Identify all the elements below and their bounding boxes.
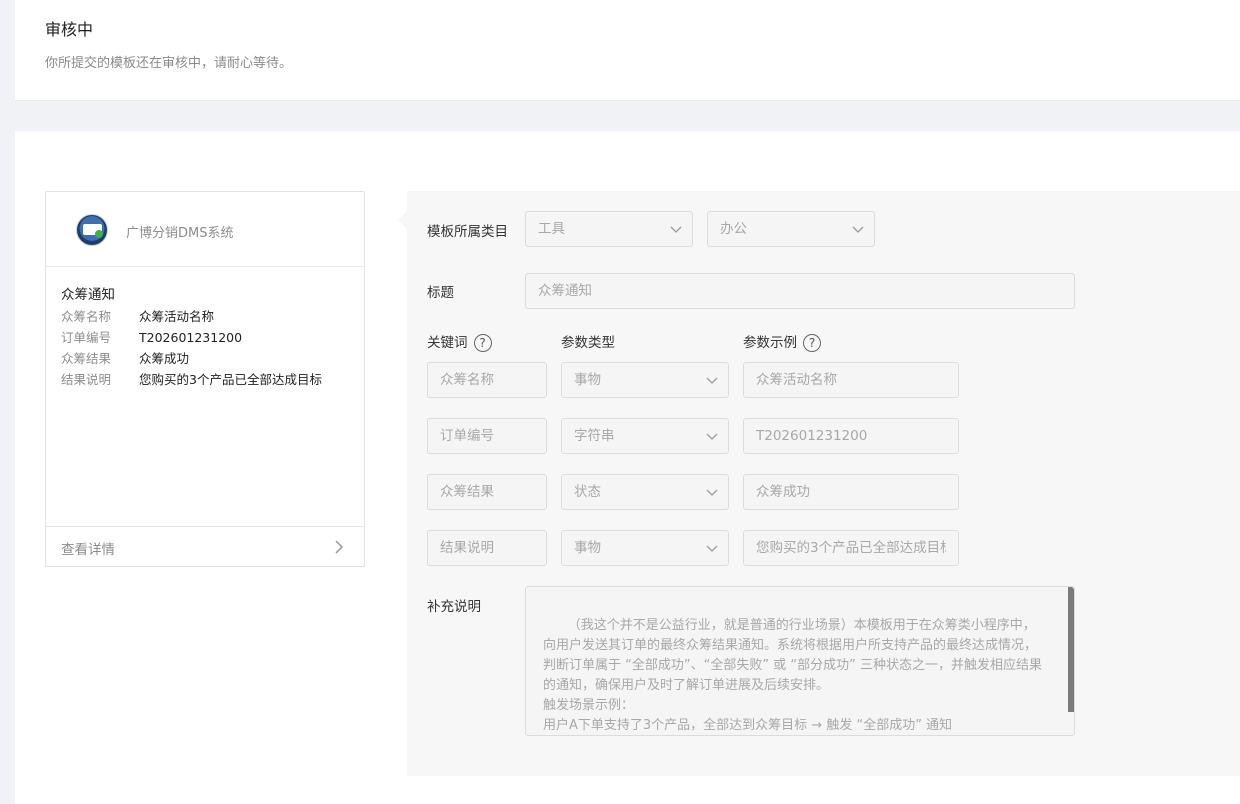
param-type-value: 事物	[574, 540, 601, 556]
chevron-down-icon	[852, 226, 864, 233]
param-example-header-label: 参数示例	[743, 335, 797, 351]
preview-row-value: 众筹成功	[139, 351, 190, 366]
chevron-down-icon	[706, 545, 718, 552]
preview-row: 订单编号 T202601231200	[61, 327, 349, 348]
param-type-select[interactable]: 事物	[561, 530, 729, 566]
param-type-header: 参数类型	[561, 335, 615, 351]
category-secondary-select[interactable]: 办公	[707, 211, 875, 247]
param-example-header: 参数示例?	[743, 331, 821, 352]
param-example-value: 众筹成功	[756, 484, 810, 500]
view-details-label: 查看详情	[61, 542, 115, 558]
preview-row: 众筹结果 众筹成功	[61, 348, 349, 369]
category-secondary-value: 办公	[720, 221, 747, 237]
param-type-value: 事物	[574, 372, 601, 388]
preview-row-key: 订单编号	[61, 330, 112, 345]
chevron-right-icon	[335, 540, 344, 554]
preview-row-value: T202601231200	[139, 330, 243, 345]
preview-body: 众筹通知 众筹名称 众筹活动名称 订单编号 T202601231200 众筹结果…	[46, 267, 364, 390]
keyword-input[interactable]: 众筹名称	[427, 362, 547, 398]
chevron-down-icon	[706, 489, 718, 496]
preview-row-value: 您购买的3个产品已全部达成目标	[139, 372, 322, 387]
preview-row: 结果说明 您购买的3个产品已全部达成目标	[61, 369, 349, 390]
keyword-header: 关键词?	[427, 331, 492, 352]
title-label: 标题	[427, 285, 454, 301]
help-icon[interactable]: ?	[803, 334, 821, 352]
param-example-input[interactable]: 众筹活动名称	[743, 362, 959, 398]
param-example-value: 您购买的3个产品已全部达成目标	[756, 540, 946, 556]
supplement-label: 补充说明	[427, 599, 481, 615]
param-type-value: 状态	[574, 484, 601, 500]
keyword-input[interactable]: 众筹结果	[427, 474, 547, 510]
preview-row: 众筹名称 众筹活动名称	[61, 306, 349, 327]
title-input[interactable]: 众筹通知	[525, 273, 1075, 309]
keyword-header-label: 关键词	[427, 335, 468, 351]
param-type-select[interactable]: 状态	[561, 474, 729, 510]
review-status-card: 审核中 你所提交的模板还在审核中，请耐心等待。	[15, 0, 1240, 101]
keyword-input[interactable]: 订单编号	[427, 418, 547, 454]
title-value: 众筹通知	[538, 283, 592, 299]
keyword-input[interactable]: 结果说明	[427, 530, 547, 566]
category-label: 模板所属类目	[427, 224, 508, 240]
status-description: 你所提交的模板还在审核中，请耐心等待。	[45, 56, 293, 71]
keyword-value: 众筹结果	[440, 484, 494, 500]
app-name: 广博分销DMS系统	[126, 226, 234, 241]
chevron-down-icon	[706, 433, 718, 440]
supplement-textarea[interactable]: （我这个并不是公益行业，就是普通的行业场景）本模板用于在众筹类小程序中，向用户发…	[525, 586, 1075, 736]
supplement-text: （我这个并不是公益行业，就是普通的行业场景）本模板用于在众筹类小程序中，向用户发…	[543, 618, 1042, 733]
keyword-value: 众筹名称	[440, 372, 494, 388]
template-form: 模板所属类目 工具 办公 标题 众筹通知 关键词? 参数类型 参数示例? 众筹名…	[398, 191, 1240, 776]
param-example-value: T202601231200	[756, 428, 868, 444]
keyword-value: 订单编号	[440, 428, 494, 444]
template-detail-card: 广博分销DMS系统 众筹通知 众筹名称 众筹活动名称 订单编号 T2026012…	[15, 131, 1240, 804]
status-title: 审核中	[45, 20, 94, 39]
param-type-value: 字符串	[574, 428, 615, 444]
panel-pointer	[398, 211, 407, 229]
template-preview: 广博分销DMS系统 众筹通知 众筹名称 众筹活动名称 订单编号 T2026012…	[45, 191, 365, 567]
notice-title: 众筹通知	[61, 287, 115, 303]
param-type-select[interactable]: 事物	[561, 362, 729, 398]
param-example-input[interactable]: T202601231200	[743, 418, 959, 454]
app-logo-icon	[76, 214, 108, 246]
preview-row-key: 结果说明	[61, 372, 112, 387]
preview-row-key: 众筹结果	[61, 351, 112, 366]
param-example-input[interactable]: 众筹成功	[743, 474, 959, 510]
chevron-down-icon	[670, 226, 682, 233]
preview-row-key: 众筹名称	[61, 309, 112, 324]
help-icon[interactable]: ?	[473, 334, 492, 352]
preview-header: 广博分销DMS系统	[46, 192, 364, 267]
keyword-value: 结果说明	[440, 540, 494, 556]
param-example-value: 众筹活动名称	[756, 372, 837, 388]
view-details-link[interactable]: 查看详情	[46, 526, 364, 566]
category-primary-select[interactable]: 工具	[525, 211, 693, 247]
param-type-select[interactable]: 字符串	[561, 418, 729, 454]
param-example-input[interactable]: 您购买的3个产品已全部达成目标	[743, 530, 959, 566]
preview-row-value: 众筹活动名称	[139, 309, 215, 324]
category-primary-value: 工具	[538, 221, 565, 237]
chevron-down-icon	[706, 377, 718, 384]
textarea-scrollbar[interactable]	[1068, 587, 1074, 712]
